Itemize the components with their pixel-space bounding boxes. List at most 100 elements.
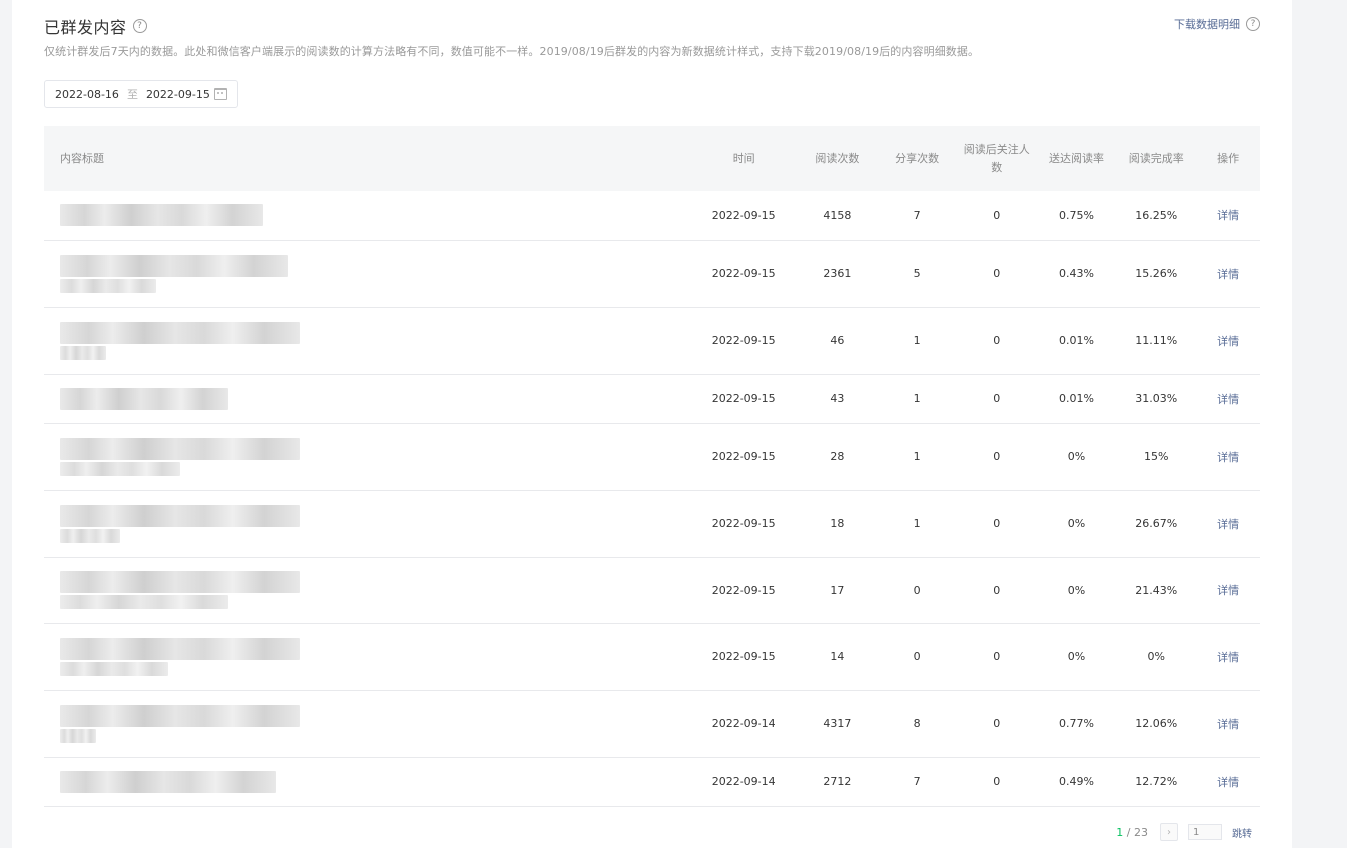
page-number-input[interactable] bbox=[1188, 824, 1222, 840]
table-header-row: 内容标题 时间 阅读次数 分享次数 阅读后关注人数 送达阅读率 阅读完成率 操作 bbox=[44, 126, 1260, 191]
detail-link[interactable]: 详情 bbox=[1217, 651, 1239, 664]
pagination-total: 23 bbox=[1134, 825, 1148, 839]
detail-link[interactable]: 详情 bbox=[1217, 518, 1239, 531]
row-reads-cell: 28 bbox=[797, 423, 878, 491]
row-reads-cell: 14 bbox=[797, 623, 878, 691]
blurred-title-line bbox=[60, 528, 120, 543]
row-title-cell[interactable] bbox=[44, 374, 690, 424]
table-row: 2022-09-15 43 1 0 0.01% 31.03% 详情 bbox=[44, 374, 1260, 424]
row-action-cell: 详情 bbox=[1196, 374, 1260, 424]
row-title-cell[interactable] bbox=[44, 191, 690, 241]
row-title-cell[interactable] bbox=[44, 623, 690, 691]
table-row: 2022-09-15 2361 5 0 0.43% 15.26% 详情 bbox=[44, 240, 1260, 308]
row-shares-cell: 5 bbox=[877, 240, 957, 308]
date-start: 2022-08-16 bbox=[55, 87, 119, 101]
row-reads-cell: 4158 bbox=[797, 191, 878, 241]
row-shares-cell: 7 bbox=[877, 757, 957, 807]
row-reads-cell: 46 bbox=[797, 307, 878, 375]
row-completion-rate-cell: 16.25% bbox=[1116, 191, 1197, 241]
column-header-reach-read-rate: 送达阅读率 bbox=[1048, 151, 1104, 165]
row-title-cell[interactable] bbox=[44, 490, 690, 558]
row-reach-rate-cell: 0.49% bbox=[1036, 757, 1117, 807]
help-circle-icon[interactable]: ? bbox=[132, 19, 147, 33]
row-shares-cell: 1 bbox=[877, 490, 957, 558]
row-shares-cell: 1 bbox=[877, 374, 957, 424]
download-help-icon[interactable]: ? bbox=[1246, 17, 1260, 31]
row-reach-rate-cell: 0.01% bbox=[1036, 374, 1117, 424]
blurred-title-line bbox=[60, 321, 300, 344]
row-title-cell[interactable] bbox=[44, 557, 690, 624]
blurred-title-line bbox=[60, 204, 263, 227]
column-header-shares: 分享次数 bbox=[895, 151, 940, 165]
row-follow-cell: 0 bbox=[956, 490, 1037, 558]
row-time-cell: 2022-09-15 bbox=[689, 490, 798, 558]
blurred-title-line bbox=[60, 770, 276, 793]
row-follow-cell: 0 bbox=[956, 240, 1037, 308]
blurred-title-line bbox=[60, 637, 300, 660]
detail-link[interactable]: 详情 bbox=[1217, 393, 1239, 406]
row-follow-cell: 0 bbox=[956, 307, 1037, 375]
row-time-cell: 2022-09-15 bbox=[689, 307, 798, 375]
row-shares-cell: 0 bbox=[877, 557, 957, 624]
blurred-title-line bbox=[60, 661, 168, 676]
content-table: 内容标题 时间 阅读次数 分享次数 阅读后关注人数 送达阅读率 阅读完成率 操作… bbox=[44, 126, 1260, 807]
row-reads-cell: 43 bbox=[797, 374, 878, 424]
row-action-cell: 详情 bbox=[1196, 757, 1260, 807]
detail-link[interactable]: 详情 bbox=[1217, 451, 1239, 464]
row-title-cell[interactable] bbox=[44, 240, 690, 308]
row-completion-rate-cell: 31.03% bbox=[1116, 374, 1197, 424]
pagination: 1 / 23 › 跳转 bbox=[1116, 823, 1252, 841]
pagination-slash: / bbox=[1123, 825, 1134, 839]
row-time-cell: 2022-09-15 bbox=[689, 191, 798, 241]
table-body: 2022-09-15 4158 7 0 0.75% 16.25% 详情 2022-09-15 2… bbox=[44, 191, 1260, 807]
row-follow-cell: 0 bbox=[956, 191, 1037, 241]
row-title-cell[interactable] bbox=[44, 307, 690, 375]
page-jump-button[interactable]: 跳转 bbox=[1232, 825, 1252, 840]
chevron-right-icon[interactable]: › bbox=[1160, 823, 1178, 841]
table-row: 2022-09-15 46 1 0 0.01% 11.11% 详情 bbox=[44, 307, 1260, 375]
detail-link[interactable]: 详情 bbox=[1217, 584, 1239, 597]
blurred-title-line bbox=[60, 345, 106, 360]
detail-link[interactable]: 详情 bbox=[1217, 718, 1239, 731]
row-completion-rate-cell: 0% bbox=[1116, 623, 1197, 691]
row-title-cell[interactable] bbox=[44, 423, 690, 491]
row-follow-cell: 0 bbox=[956, 423, 1037, 491]
row-reach-rate-cell: 0% bbox=[1036, 490, 1117, 558]
table-row: 2022-09-14 2712 7 0 0.49% 12.72% 详情 bbox=[44, 757, 1260, 807]
column-header-follow-after-read: 阅读后关注人数 bbox=[963, 142, 1030, 174]
date-range-picker[interactable]: 2022-08-16 至 2022-09-15 bbox=[44, 80, 238, 108]
row-reads-cell: 2712 bbox=[797, 757, 878, 807]
date-separator: 至 bbox=[126, 88, 138, 101]
row-follow-cell: 0 bbox=[956, 690, 1037, 758]
row-action-cell: 详情 bbox=[1196, 191, 1260, 241]
table-row: 2022-09-15 17 0 0 0% 21.43% 详情 bbox=[44, 557, 1260, 624]
title-row: 已群发内容 ? bbox=[44, 14, 147, 38]
row-reads-cell: 18 bbox=[797, 490, 878, 558]
detail-link[interactable]: 详情 bbox=[1217, 268, 1239, 281]
row-completion-rate-cell: 21.43% bbox=[1116, 557, 1197, 624]
row-completion-rate-cell: 11.11% bbox=[1116, 307, 1197, 375]
detail-link[interactable]: 详情 bbox=[1217, 209, 1239, 222]
row-time-cell: 2022-09-15 bbox=[689, 557, 798, 624]
table-row: 2022-09-15 4158 7 0 0.75% 16.25% 详情 bbox=[44, 191, 1260, 241]
row-title-cell[interactable] bbox=[44, 690, 690, 758]
row-time-cell: 2022-09-14 bbox=[689, 690, 798, 758]
row-time-cell: 2022-09-14 bbox=[689, 757, 798, 807]
row-action-cell: 详情 bbox=[1196, 490, 1260, 558]
content-panel: 已群发内容 ? 下载数据明细 ? 仅统计群发后7天内的数据。此处和微信客户端展示… bbox=[12, 0, 1292, 848]
row-follow-cell: 0 bbox=[956, 623, 1037, 691]
row-action-cell: 详情 bbox=[1196, 307, 1260, 375]
row-completion-rate-cell: 12.06% bbox=[1116, 690, 1197, 758]
row-action-cell: 详情 bbox=[1196, 557, 1260, 624]
blurred-title-line bbox=[60, 704, 300, 727]
row-action-cell: 详情 bbox=[1196, 240, 1260, 308]
download-data-link[interactable]: 下载数据明细 bbox=[1174, 16, 1240, 32]
detail-link[interactable]: 详情 bbox=[1217, 335, 1239, 348]
detail-link[interactable]: 详情 bbox=[1217, 776, 1239, 789]
row-reads-cell: 4317 bbox=[797, 690, 878, 758]
row-title-cell[interactable] bbox=[44, 757, 690, 807]
row-reads-cell: 2361 bbox=[797, 240, 878, 308]
column-header-time: 时间 bbox=[732, 151, 755, 165]
row-reach-rate-cell: 0% bbox=[1036, 557, 1117, 624]
row-completion-rate-cell: 12.72% bbox=[1116, 757, 1197, 807]
